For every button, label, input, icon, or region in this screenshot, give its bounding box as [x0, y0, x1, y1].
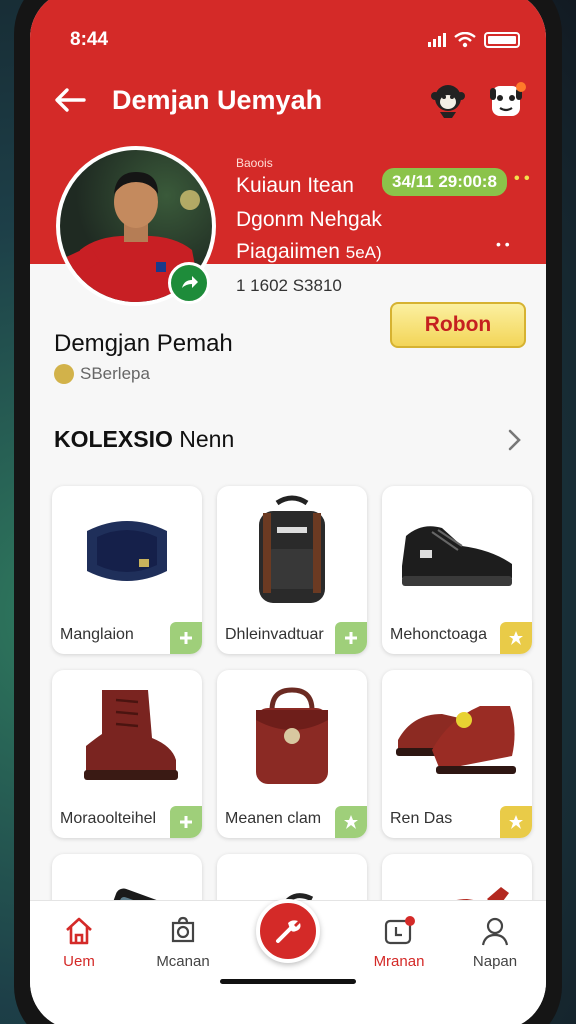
share-badge[interactable]: [168, 262, 210, 304]
card-label: Moraoolteihel: [60, 810, 157, 827]
back-button[interactable]: [50, 80, 90, 120]
avatar[interactable]: [56, 146, 216, 306]
profile-line-2: Dgonm Nehgak: [236, 208, 382, 231]
status-time: 8:44: [70, 29, 109, 50]
center-action-button[interactable]: [256, 899, 320, 963]
action-button[interactable]: Robon: [390, 302, 526, 348]
tab-home[interactable]: Uem: [34, 915, 124, 970]
card-label: Dhleinvadtuar: [225, 626, 324, 643]
calendar-icon: [384, 916, 415, 945]
wrench-icon: [276, 920, 301, 943]
tab-profile[interactable]: Napan: [450, 915, 540, 970]
chevron-right-icon[interactable]: [502, 428, 526, 452]
black-shoe-image: [382, 486, 532, 616]
collection-title: KOLEXSIO Nenn: [54, 426, 234, 453]
profile-sub-text: SBerlepa: [80, 364, 150, 383]
brown-boot-image: [52, 670, 202, 800]
card-label: Meanen clam: [225, 810, 322, 827]
pet-button[interactable]: [484, 78, 528, 122]
tab-label: Napan: [472, 953, 518, 970]
arm-band-image: [52, 486, 202, 616]
collection-card[interactable]: Mehonctoaga: [382, 486, 532, 654]
status-bar: 8:44: [70, 28, 520, 52]
battery-icon: [484, 32, 520, 48]
card-label: Mehonctoaga: [390, 626, 487, 643]
red-shoes-image: [382, 670, 532, 800]
tab-label: Uem: [63, 953, 95, 970]
profile-line-3: Piagaiimen 5eA): [236, 240, 382, 264]
location-icon: [54, 364, 74, 384]
collection-card[interactable]: Ren Das: [382, 670, 532, 838]
profile-info: Baoois Kuiaun Itean Dgonm Nehgak Piagaii…: [236, 156, 382, 264]
more-dots[interactable]: • •: [514, 170, 530, 188]
collection-card[interactable]: Moraoolteihel: [52, 670, 202, 838]
add-plus-icon[interactable]: [170, 806, 202, 838]
handbag-image: [217, 670, 367, 800]
search-bag-icon: [171, 916, 195, 943]
profile-line-3-main: Piagaiimen: [236, 240, 340, 263]
collection-grid: Manglaion Dhleinvadtuar Mehonctoaga Mora…: [52, 486, 532, 954]
wifi-icon: [454, 32, 476, 48]
add-plus-icon[interactable]: [335, 622, 367, 654]
add-star-icon[interactable]: [500, 806, 532, 838]
profile-id: 1 1602 S3810: [236, 276, 342, 295]
add-plus-icon[interactable]: [170, 622, 202, 654]
card-label: Ren Das: [390, 810, 453, 827]
notification-dot: [516, 82, 526, 92]
monkey-icon: [431, 85, 465, 118]
share-arrow-icon: [182, 276, 198, 288]
tab-label: Mranan: [373, 953, 425, 970]
profile-line-3-suffix: 5eA): [345, 243, 382, 262]
monkey-button[interactable]: [426, 78, 470, 122]
arrow-left-icon: [55, 88, 86, 112]
backpack-image: [217, 486, 367, 616]
card-label: Manglaion: [60, 626, 134, 643]
side-mark: • •: [496, 236, 510, 252]
add-star-icon[interactable]: [500, 622, 532, 654]
page-title: Demjan Uemyah: [112, 84, 323, 115]
user-icon: [481, 917, 509, 946]
profile-line-1: Kuiaun Itean: [236, 174, 354, 197]
nav-bar: Demjan Uemyah: [50, 76, 528, 124]
profile-subtitle: SBerlepa: [54, 364, 150, 384]
screen: 8:44 Demjan Uemyah Baoois Kuiaun Itean D…: [30, 0, 546, 1024]
signal-icon: [428, 33, 446, 47]
collection-header[interactable]: KOLEXSIO Nenn: [54, 426, 526, 453]
home-icon: [66, 917, 92, 945]
bottom-tab-bar: Uem Mcanan Mranan Napan: [30, 899, 546, 1024]
tab-calendar[interactable]: Mranan: [354, 915, 444, 970]
add-star-icon[interactable]: [335, 806, 367, 838]
home-indicator: [220, 979, 356, 984]
collection-card[interactable]: Meanen clam: [217, 670, 367, 838]
phone-frame: 8:44 Demjan Uemyah Baoois Kuiaun Itean D…: [14, 0, 562, 1024]
status-icons: [428, 32, 520, 48]
date-badge: 34/11 29:00:8: [382, 168, 507, 196]
profile-small-label: Baoois: [236, 156, 273, 170]
collection-card[interactable]: Dhleinvadtuar: [217, 486, 367, 654]
collection-title-rest: Nenn: [172, 426, 235, 452]
collection-title-bold: KOLEXSIO: [54, 426, 173, 452]
tab-label: Mcanan: [156, 953, 210, 970]
tab-search[interactable]: Mcanan: [138, 915, 228, 970]
profile-name: Demgjan Pemah: [54, 330, 233, 357]
collection-card[interactable]: Manglaion: [52, 486, 202, 654]
